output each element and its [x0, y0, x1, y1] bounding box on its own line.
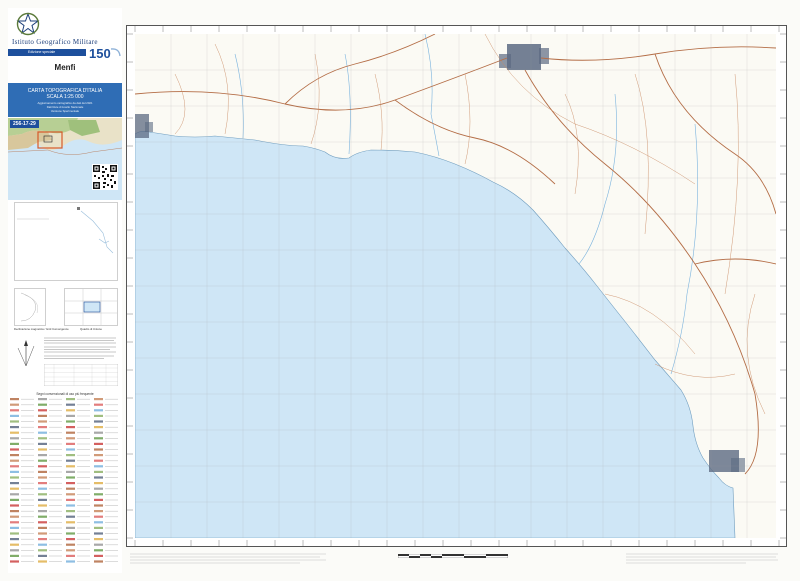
grid-caption: Quadro di Unione: [80, 327, 102, 331]
sidebar-header: Istituto Geografico Militare Edizione sp…: [8, 8, 122, 76]
declination-lines: [20, 292, 38, 322]
svg-text:150: 150: [89, 46, 111, 61]
map-sheet: Istituto Geografico Militare Edizione sp…: [0, 0, 800, 581]
scale-bar: [398, 554, 508, 558]
map-frame: [126, 25, 787, 547]
grid-index-cells: [65, 289, 117, 325]
locator-sheet-code: 256-17-29: [10, 120, 39, 128]
legend-symbols: [10, 398, 118, 563]
sheet-name: Menfi: [54, 63, 76, 72]
igm-150-logo: 150: [89, 46, 121, 61]
title-line-5: Versione Sperimentale: [50, 109, 80, 113]
legend: Segni convenzionali di uso più frequente: [8, 364, 122, 573]
title-box: CARTA TOPOGRAFICA D'ITALIA SCALA 1:25 00…: [8, 83, 122, 117]
republic-emblem-icon: [16, 12, 40, 36]
declination-caption: Declinazione magnetica / Grid Convergenc…: [14, 327, 69, 331]
sidebar-text-block: [44, 337, 116, 359]
map-footer: [126, 548, 785, 573]
qr-code-icon: [92, 164, 118, 190]
edition-band: Edizione speciale: [8, 49, 86, 56]
regional-inset-lines: [17, 207, 114, 254]
footer-text-right: [626, 553, 778, 564]
footer-text-left: [130, 553, 326, 564]
topographic-map: [135, 34, 776, 538]
map-canvas: [135, 34, 776, 538]
map-sidebar: Istituto Geografico Militare Edizione sp…: [8, 8, 122, 573]
legend-title: Segni convenzionali di uso più frequente: [36, 392, 94, 396]
grid-index: [64, 288, 118, 326]
regional-inset: [14, 202, 118, 281]
title-line-2: SCALA 1:25 000: [46, 94, 84, 100]
locator-map: 256-17-29: [8, 118, 122, 200]
institute-name: Istituto Geografico Militare: [12, 38, 98, 46]
declination-diagram: [14, 288, 46, 326]
